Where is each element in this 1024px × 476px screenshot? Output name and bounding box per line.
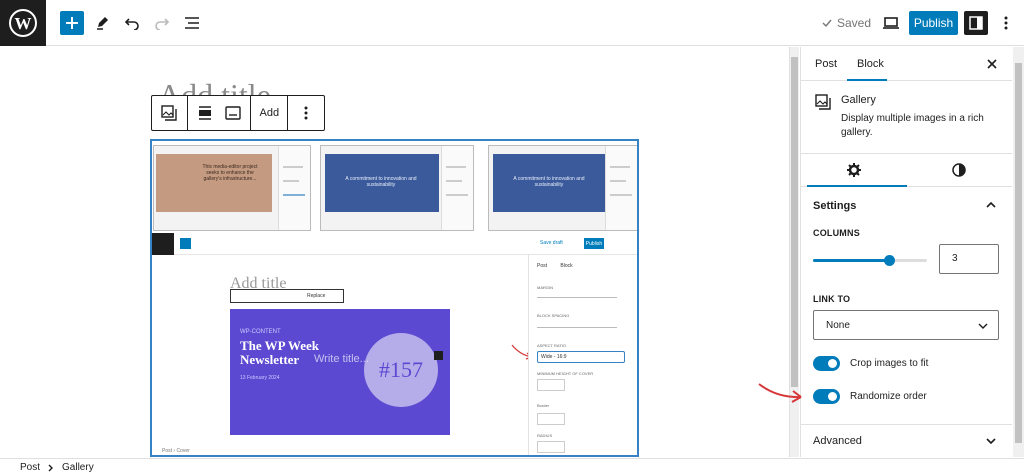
publish-button[interactable]: Publish bbox=[909, 11, 958, 35]
preview-desktop-icon[interactable] bbox=[879, 11, 903, 35]
edit-tools-pencil-icon[interactable] bbox=[90, 11, 114, 35]
link-to-select[interactable]: None bbox=[813, 310, 999, 340]
cover-badge-text: #157 bbox=[379, 357, 423, 382]
inner-tab-block: Block bbox=[560, 263, 573, 269]
randomize-order-row: Randomize order bbox=[813, 389, 927, 404]
tab-block[interactable]: Block bbox=[857, 58, 884, 70]
inner-breadcrumb: Post › Cover bbox=[162, 448, 190, 454]
inner-radius-label: RADIUS bbox=[537, 433, 553, 438]
block-toolbar: Add bbox=[151, 95, 325, 131]
block-type-gallery-icon[interactable] bbox=[152, 96, 188, 130]
top-toolbar: W Saved Publish bbox=[0, 0, 1024, 46]
breadcrumb-gallery[interactable]: Gallery bbox=[62, 462, 94, 473]
inner-aspect-label: ASPECT RATIO bbox=[537, 343, 566, 348]
inner-sidebar-tabs: Post Block bbox=[537, 263, 573, 269]
chevron-right-icon bbox=[48, 464, 54, 471]
inner-tab-post: Post bbox=[537, 263, 548, 269]
options-menu-icon[interactable] bbox=[994, 11, 1018, 35]
add-images-button[interactable]: Add bbox=[251, 96, 289, 130]
sidebar-icon bbox=[969, 16, 983, 30]
styles-contrast-icon[interactable] bbox=[952, 163, 966, 177]
inner-cover-image: WP-CONTENT The WP Week Newsletter 13 Feb… bbox=[230, 309, 450, 435]
randomize-order-label: Randomize order bbox=[850, 391, 927, 402]
columns-slider-thumb[interactable] bbox=[884, 255, 896, 266]
inner-add-icon bbox=[180, 238, 191, 249]
inner-plus-icon bbox=[434, 351, 443, 360]
settings-toggle-button[interactable] bbox=[964, 11, 988, 35]
inner-save-draft: Save draft bbox=[540, 240, 563, 246]
gallery-image-3[interactable]: A commitment to innovation and sustainab… bbox=[488, 145, 637, 231]
sidebar-scrollbar[interactable] bbox=[1013, 47, 1024, 457]
settings-heading[interactable]: Settings bbox=[813, 200, 856, 212]
randomize-order-toggle[interactable] bbox=[813, 389, 840, 404]
columns-input[interactable]: 3 bbox=[939, 244, 999, 274]
advanced-heading[interactable]: Advanced bbox=[813, 435, 862, 447]
inner-replace-label: Replace bbox=[307, 293, 326, 299]
thumb-text-1: This media-editor project seeks to enhan… bbox=[202, 164, 258, 182]
inner-block-toolbar: Replace bbox=[230, 289, 344, 303]
advanced-panel[interactable]: Advanced bbox=[801, 425, 1012, 457]
block-name: Gallery bbox=[841, 94, 876, 106]
block-options-icon[interactable] bbox=[288, 96, 324, 130]
inner-margin-label: MARGIN bbox=[537, 285, 553, 290]
check-icon bbox=[822, 19, 832, 28]
chevron-down-icon[interactable] bbox=[985, 435, 997, 447]
gallery-image-1[interactable]: This media-editor project seeks to enhan… bbox=[153, 145, 311, 231]
document-overview-icon[interactable] bbox=[180, 11, 204, 35]
tab-post[interactable]: Post bbox=[815, 58, 837, 70]
block-card: Gallery Display multiple images in a ric… bbox=[801, 82, 1012, 154]
inner-publish: Publish bbox=[584, 238, 604, 249]
settings-sidebar: Post Block Gallery Display multiple imag… bbox=[800, 47, 1012, 457]
settings-gear-icon[interactable] bbox=[847, 163, 861, 177]
saved-status: Saved bbox=[822, 16, 871, 30]
sidebar-tabs: Post Block bbox=[801, 47, 1012, 81]
svg-text:W: W bbox=[15, 14, 32, 33]
columns-slider[interactable] bbox=[813, 255, 927, 266]
gallery-block-icon bbox=[815, 94, 831, 110]
thumb-text-3: A commitment to innovation and sustainab… bbox=[513, 176, 585, 188]
tab-block-indicator bbox=[847, 79, 887, 81]
breadcrumb-post[interactable]: Post bbox=[20, 462, 40, 473]
cover-kicker: WP-CONTENT bbox=[240, 329, 281, 335]
align-tools bbox=[188, 96, 252, 130]
editor-canvas[interactable]: Add title Add This media-editor project … bbox=[0, 47, 788, 457]
gallery-image-2[interactable]: A commitment to innovation and sustainab… bbox=[320, 145, 474, 231]
inner-border-label: Border bbox=[537, 403, 550, 408]
link-to-label: LINK TO bbox=[813, 294, 851, 304]
columns-label: COLUMNS bbox=[813, 228, 860, 238]
cover-date: 13 February 2024 bbox=[240, 375, 280, 381]
gallery-block[interactable]: This media-editor project seeks to enhan… bbox=[150, 139, 639, 457]
breadcrumb: Post Gallery bbox=[0, 458, 1024, 476]
link-to-value: None bbox=[826, 320, 850, 331]
undo-icon[interactable] bbox=[120, 11, 144, 35]
cover-badge: #157 bbox=[364, 333, 438, 407]
caption-icon[interactable] bbox=[225, 105, 241, 121]
columns-slider-fill bbox=[813, 259, 890, 262]
crop-images-label: Crop images to fit bbox=[850, 358, 929, 369]
add-block-button[interactable] bbox=[60, 11, 84, 35]
inner-wordpress-logo-icon bbox=[152, 233, 174, 255]
settings-styles-tabs bbox=[801, 154, 1012, 187]
inner-min-height-label: MINIMUM HEIGHT OF COVER bbox=[537, 371, 594, 376]
cover-write-title: Write title... bbox=[314, 353, 369, 365]
settings-panel: Settings COLUMNS 3 LINK TO None Crop ima… bbox=[801, 187, 1012, 425]
inner-spacing-label: BLOCK SPACING bbox=[537, 313, 570, 318]
align-wide-icon[interactable] bbox=[197, 105, 213, 121]
chevron-down-icon bbox=[978, 323, 988, 329]
saved-label: Saved bbox=[837, 16, 872, 30]
thumb-text-2: A commitment to innovation and sustainab… bbox=[345, 176, 417, 188]
close-sidebar-icon[interactable] bbox=[983, 55, 1001, 73]
crop-images-toggle[interactable] bbox=[813, 356, 840, 371]
gallery-image-4[interactable]: Save draft Publish Add title Replace WP-… bbox=[152, 233, 637, 455]
block-description: Display multiple images in a rich galler… bbox=[841, 113, 984, 138]
inner-aspect-select: Wide - 16:9 bbox=[537, 351, 625, 363]
inner-settings-sidebar: Post Block MARGIN BLOCK SPACING ASPECT R… bbox=[528, 255, 637, 455]
redo-icon[interactable] bbox=[150, 11, 174, 35]
chevron-up-icon[interactable] bbox=[985, 199, 997, 211]
wordpress-logo-icon[interactable]: W bbox=[0, 0, 46, 46]
crop-images-row: Crop images to fit bbox=[813, 356, 928, 371]
annotation-arrow-icon bbox=[758, 383, 802, 403]
